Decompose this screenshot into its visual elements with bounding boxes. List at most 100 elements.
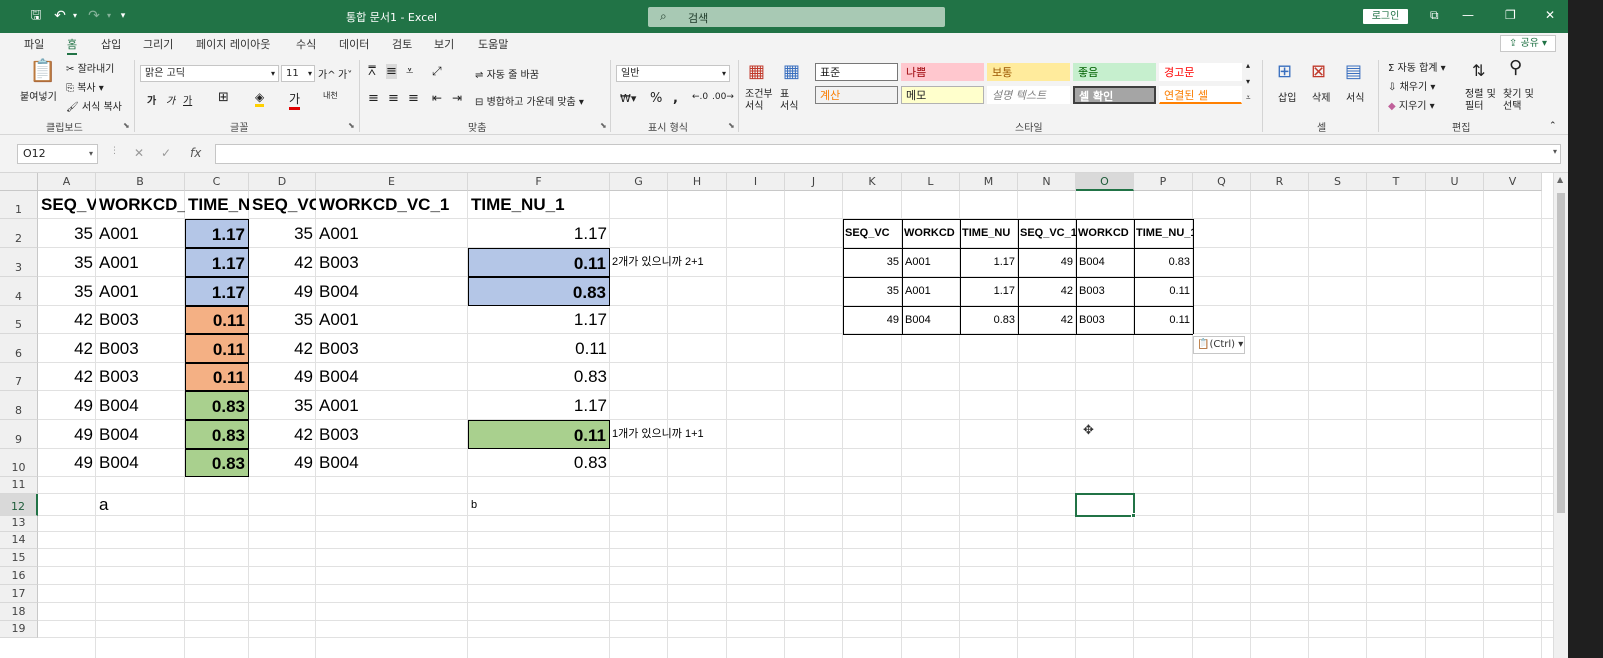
wrap-text-button[interactable]: ⇌ 자동 줄 바꿈 xyxy=(475,66,539,81)
row-header-11[interactable]: 11 xyxy=(0,477,38,494)
clipboard-launcher-icon[interactable]: ⬊ xyxy=(123,121,130,130)
data-cell[interactable]: B004 xyxy=(316,449,468,477)
undo-icon[interactable]: ↶ xyxy=(52,7,68,25)
italic-button[interactable]: 가 xyxy=(166,92,175,107)
row-header-17[interactable]: 17 xyxy=(0,585,38,603)
search-input[interactable]: ⌕ 검색 xyxy=(648,7,945,27)
column-header-r[interactable]: R xyxy=(1251,173,1309,191)
data-cell-time-1[interactable]: 0.11 xyxy=(468,420,610,449)
tab-insert[interactable]: 삽입 xyxy=(101,36,121,52)
font-launcher-icon[interactable]: ⬊ xyxy=(348,121,355,130)
data-cell[interactable]: 35 xyxy=(38,219,96,248)
decrease-indent-icon[interactable]: ⇤ xyxy=(432,91,442,105)
data-cell[interactable]: 49 xyxy=(249,277,316,306)
data-cell-time-1[interactable]: 0.11 xyxy=(468,248,610,277)
number-format-select[interactable]: 일반 ▾ xyxy=(616,65,730,82)
redo-dropdown-icon[interactable]: ▾ xyxy=(104,7,114,25)
style-warning[interactable]: 경고문 xyxy=(1159,63,1242,81)
delete-cells-button[interactable]: 삭제 xyxy=(1312,89,1330,104)
tab-draw[interactable]: 그리기 xyxy=(143,36,173,52)
tab-file[interactable]: 파일 xyxy=(24,36,44,52)
row-header-14[interactable]: 14 xyxy=(0,532,38,549)
orientation-icon[interactable]: ⤢ xyxy=(432,64,442,79)
underline-button[interactable]: 가 xyxy=(183,92,192,107)
style-good[interactable]: 좋음 xyxy=(1073,63,1156,81)
data-cell[interactable]: 49 xyxy=(38,420,96,449)
result-header-cell[interactable]: TIME_NU xyxy=(960,219,1018,248)
result-data-cell[interactable]: B003 xyxy=(1076,306,1134,334)
row-header-1[interactable]: 1 xyxy=(0,191,38,219)
row-header-15[interactable]: 15 xyxy=(0,549,38,567)
data-cell[interactable]: B003 xyxy=(316,420,468,449)
result-data-cell[interactable]: B003 xyxy=(1076,277,1134,306)
formula-input[interactable]: ▾ xyxy=(215,144,1561,164)
result-data-cell[interactable]: B004 xyxy=(1076,248,1134,277)
scroll-up-icon[interactable]: ▲ xyxy=(1557,175,1563,184)
tab-help[interactable]: 도움말 xyxy=(478,36,508,52)
copy-button[interactable]: ⎘ 복사 ▾ xyxy=(66,79,104,94)
select-all-corner[interactable] xyxy=(0,173,38,191)
tab-home[interactable]: 홈 xyxy=(67,36,78,55)
align-middle-icon[interactable]: ≡ xyxy=(386,64,397,79)
autosum-button[interactable]: Σ 자동 합계 ▾ xyxy=(1388,59,1446,74)
column-header-c[interactable]: C xyxy=(185,173,249,191)
column-header-p[interactable]: P xyxy=(1134,173,1193,191)
cancel-icon[interactable]: ✕ xyxy=(134,146,144,160)
result-data-cell[interactable]: 49 xyxy=(843,306,902,334)
restore-icon[interactable]: ❐ xyxy=(1505,8,1516,22)
format-as-table-icon[interactable]: ▦ xyxy=(783,61,800,82)
expand-formula-icon[interactable]: ▾ xyxy=(1553,147,1557,156)
data-cell-time-1[interactable]: 1.17 xyxy=(468,391,610,420)
tab-page-layout[interactable]: 페이지 레이아웃 xyxy=(196,36,270,52)
tab-review[interactable]: 검토 xyxy=(392,36,412,52)
data-cell[interactable]: 49 xyxy=(249,449,316,477)
style-linked-cell[interactable]: 연결된 셀 xyxy=(1159,86,1242,104)
paste-icon[interactable]: 📋 xyxy=(29,59,56,84)
result-data-cell[interactable]: 42 xyxy=(1018,306,1076,334)
data-cell[interactable]: 35 xyxy=(249,306,316,334)
phonetic-icon[interactable]: 내천 xyxy=(323,90,338,101)
font-size-select[interactable]: 11 ▾ xyxy=(281,65,315,82)
note-cell-g9[interactable]: 1개가 있으니까 1+1 xyxy=(610,420,730,449)
column-header-v[interactable]: V xyxy=(1484,173,1542,191)
style-explanatory[interactable]: 설명 텍스트 xyxy=(987,86,1070,104)
header-cell-c1[interactable]: TIME_NU xyxy=(185,191,249,219)
data-cell-time-1[interactable]: 1.17 xyxy=(468,219,610,248)
data-cell[interactable]: A001 xyxy=(316,219,468,248)
paste-options-button[interactable]: 📋(Ctrl) ▾ xyxy=(1193,336,1245,354)
result-header-cell[interactable]: SEQ_VC_1 xyxy=(1018,219,1076,248)
data-cell-time[interactable]: 0.11 xyxy=(185,306,249,334)
header-cell-a1[interactable]: SEQ_VC xyxy=(38,191,96,219)
tab-data[interactable]: 데이터 xyxy=(339,36,369,52)
data-cell[interactable]: A001 xyxy=(96,248,185,277)
styles-scroll-up-icon[interactable]: ▴ xyxy=(1246,61,1250,70)
header-cell-d1[interactable]: SEQ_VC_1 xyxy=(249,191,316,219)
data-cell[interactable]: 35 xyxy=(38,277,96,306)
result-header-cell[interactable]: WORKCD xyxy=(1076,219,1134,248)
comma-icon[interactable]: , xyxy=(673,91,678,106)
row-header-2[interactable]: 2 xyxy=(0,219,38,248)
row-header-4[interactable]: 4 xyxy=(0,277,38,306)
style-calculation[interactable]: 계산 xyxy=(815,86,898,104)
result-header-cell[interactable]: SEQ_VC xyxy=(843,219,902,248)
result-data-cell[interactable]: 0.83 xyxy=(960,306,1018,334)
data-cell[interactable]: B004 xyxy=(96,391,185,420)
borders-icon[interactable]: ⊞ xyxy=(218,90,229,105)
insert-cells-icon[interactable]: ⊞ xyxy=(1277,61,1292,82)
row-header-19[interactable]: 19 xyxy=(0,621,38,638)
align-top-icon[interactable]: ⩞ xyxy=(368,64,376,79)
column-header-m[interactable]: M xyxy=(960,173,1018,191)
collapse-ribbon-icon[interactable]: ⌃ xyxy=(1549,121,1557,131)
column-header-f[interactable]: F xyxy=(468,173,610,191)
format-as-table-button[interactable]: 표 서식 xyxy=(780,89,798,113)
column-header-u[interactable]: U xyxy=(1426,173,1484,191)
shrink-font-button[interactable]: 가˅ xyxy=(338,66,352,81)
align-center-icon[interactable]: ≡ xyxy=(388,91,399,106)
row-header-16[interactable]: 16 xyxy=(0,567,38,585)
merge-center-button[interactable]: ⊟ 병합하고 가운데 맞춤 ▾ xyxy=(475,93,584,108)
minimize-icon[interactable]: — xyxy=(1462,8,1474,22)
result-header-cell[interactable]: WORKCD xyxy=(902,219,960,248)
data-cell[interactable]: 35 xyxy=(38,248,96,277)
alignment-launcher-icon[interactable]: ⬊ xyxy=(600,121,607,130)
fill-handle[interactable] xyxy=(1131,513,1136,518)
